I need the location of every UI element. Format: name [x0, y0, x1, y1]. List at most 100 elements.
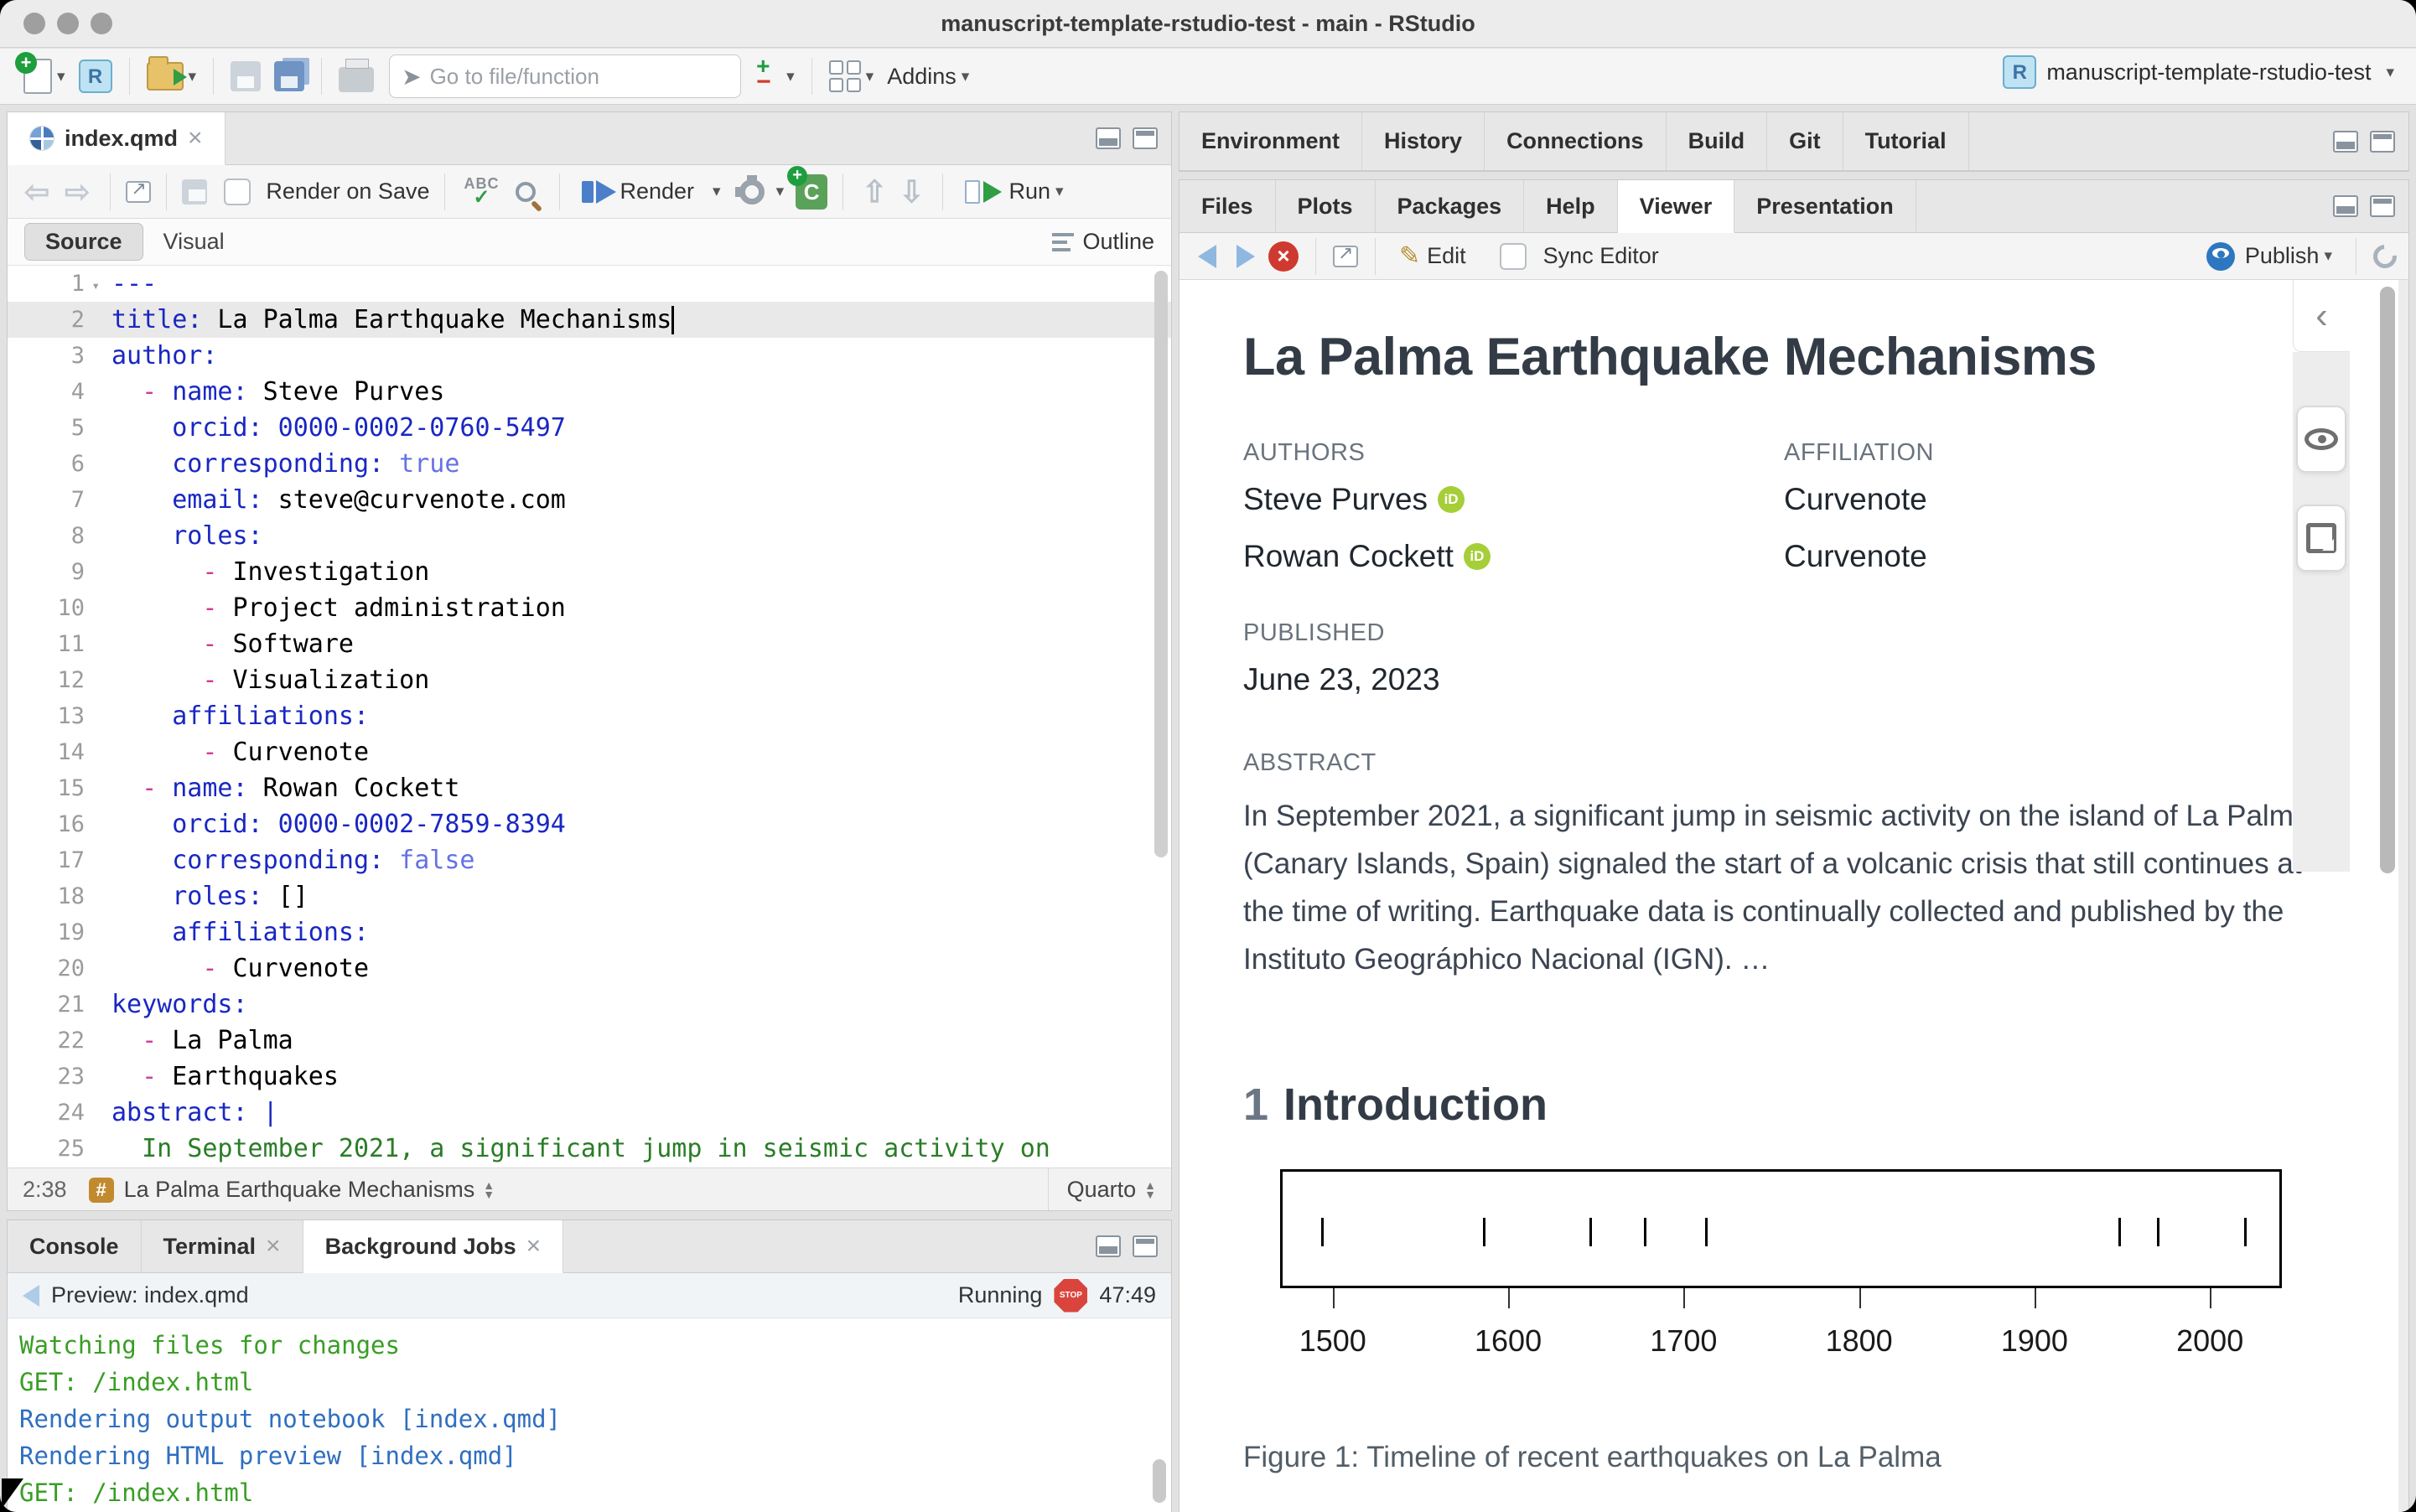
render-button[interactable]: Render▾	[575, 170, 727, 214]
editor-scrollbar[interactable]	[1154, 271, 1168, 857]
refresh-icon[interactable]	[2368, 240, 2401, 272]
project-selector[interactable]: R manuscript-template-rstudio-test ▾	[2003, 55, 2394, 89]
tab-index-qmd[interactable]: index.qmd ×	[8, 112, 226, 165]
zoom-window-icon[interactable]	[91, 13, 112, 34]
titlebar: manuscript-template-rstudio-test - main …	[0, 0, 2416, 48]
code-editor[interactable]: 1▾---2title: La Palma Earthquake Mechani…	[8, 266, 1171, 1168]
open-file-button[interactable]: ▾	[140, 54, 204, 98]
code-line: 17 corresponding: false	[8, 842, 1171, 878]
maximize-pane-icon[interactable]	[2370, 195, 2395, 217]
section-hash-icon: #	[89, 1178, 114, 1203]
tab-files[interactable]: Files	[1179, 180, 1276, 232]
run-icon	[965, 180, 980, 204]
affiliation-label: AFFILIATION	[1784, 439, 2316, 467]
close-tab-icon[interactable]: ×	[188, 124, 203, 153]
minimize-pane-icon[interactable]	[2333, 131, 2358, 153]
render-options-button[interactable]: ▾	[733, 170, 791, 214]
tab-terminal[interactable]: Terminal×	[142, 1220, 303, 1272]
insert-chunk-button[interactable]: +C	[796, 174, 827, 210]
save-doc-icon[interactable]	[182, 179, 207, 205]
close-window-icon[interactable]	[23, 13, 45, 34]
open-in-browser-icon[interactable]	[1333, 246, 1358, 267]
minimize-window-icon[interactable]	[57, 13, 79, 34]
save-button[interactable]	[224, 54, 267, 98]
visual-mode-button[interactable]: Visual	[143, 224, 245, 260]
new-project-button[interactable]: R	[72, 54, 119, 98]
new-project-icon: R	[79, 60, 112, 93]
minimize-pane-icon[interactable]	[2333, 195, 2358, 217]
orcid-icon[interactable]: iD	[1438, 486, 1465, 513]
render-on-save-checkbox[interactable]	[224, 179, 251, 205]
search-icon[interactable]	[516, 182, 536, 202]
tab-plots[interactable]: Plots	[1276, 180, 1376, 232]
tab-connections[interactable]: Connections	[1485, 112, 1667, 170]
section-selector-arrows-icon: ▲▼	[483, 1181, 495, 1199]
note-icon	[2306, 523, 2336, 553]
authors-block: AUTHORS AFFILIATION Steve PurvesiDCurven…	[1243, 439, 2316, 596]
annotation-button[interactable]	[2296, 505, 2346, 572]
outline-button[interactable]: Outline	[1052, 229, 1154, 256]
window-title: manuscript-template-rstudio-test - main …	[941, 11, 1475, 37]
maximize-pane-icon[interactable]	[2370, 131, 2395, 153]
back-icon[interactable]: ⇦	[19, 174, 54, 210]
tab-viewer[interactable]: Viewer	[1618, 180, 1735, 233]
run-previous-icon[interactable]: ⇧	[858, 174, 890, 210]
tab-history[interactable]: History	[1362, 112, 1485, 170]
save-all-button[interactable]	[267, 54, 311, 98]
viewer-pane: FilesPlotsPackagesHelpViewerPresentation…	[1179, 179, 2409, 1512]
maximize-pane-icon[interactable]	[1133, 127, 1158, 149]
orcid-icon[interactable]: iD	[1464, 543, 1491, 570]
job-back-icon[interactable]	[23, 1285, 39, 1307]
tab-help[interactable]: Help	[1524, 180, 1618, 232]
minimize-pane-icon[interactable]	[1096, 127, 1121, 149]
edit-pencil-icon: ✎	[1399, 241, 1420, 271]
sync-editor-label: Sync Editor	[1543, 243, 1659, 269]
axis-tick	[1333, 1288, 1335, 1308]
addins-button[interactable]: Addins▾	[880, 54, 976, 98]
run-button[interactable]: Run▾	[958, 170, 1070, 214]
run-next-icon[interactable]: ⇩	[895, 174, 927, 210]
viewer-back-button[interactable]	[1191, 235, 1223, 278]
popout-icon[interactable]	[126, 181, 151, 203]
publish-button[interactable]: Publish ▾	[2200, 235, 2339, 278]
tab-console[interactable]: Console	[8, 1220, 142, 1272]
panes-layout-button[interactable]: ▾	[822, 54, 881, 98]
forward-icon[interactable]: ⇨	[60, 174, 95, 210]
authors-label: AUTHORS	[1243, 439, 1784, 467]
close-tab-icon[interactable]: ×	[526, 1232, 542, 1261]
console-scrollbar[interactable]	[1153, 1459, 1166, 1503]
maximize-pane-icon[interactable]	[1133, 1235, 1158, 1257]
goto-file-input[interactable]	[430, 64, 729, 90]
source-mode-button[interactable]: Source	[24, 223, 143, 261]
minimize-pane-icon[interactable]	[1096, 1235, 1121, 1257]
sync-editor-checkbox[interactable]	[1500, 243, 1527, 270]
rendered-article: La Palma Earthquake Mechanisms AUTHORS A…	[1179, 280, 2408, 1512]
stop-job-icon[interactable]: STOP	[1054, 1279, 1087, 1313]
viewer-scrollbar[interactable]	[2380, 287, 2395, 873]
code-line: 10 - Project administration	[8, 590, 1171, 626]
tab-packages[interactable]: Packages	[1376, 180, 1525, 232]
edit-button[interactable]: ✎ Edit	[1392, 235, 1473, 278]
tab-presentation[interactable]: Presentation	[1734, 180, 1916, 232]
tab-background-jobs[interactable]: Background Jobs×	[303, 1220, 564, 1273]
close-tab-icon[interactable]: ×	[266, 1232, 281, 1261]
new-file-button[interactable]: +▾	[17, 54, 72, 98]
print-button[interactable]	[332, 54, 381, 98]
author-name: Rowan CockettiD	[1243, 539, 1784, 574]
tab-tutorial[interactable]: Tutorial	[1843, 112, 1969, 170]
tab-build[interactable]: Build	[1667, 112, 1768, 170]
version-control-button[interactable]: +−▾	[749, 54, 801, 98]
clear-viewer-icon[interactable]: ×	[1268, 241, 1299, 272]
viewer-forward-button[interactable]	[1230, 235, 1262, 278]
collapse-panel-button[interactable]: ‹	[2293, 280, 2350, 352]
tab-git[interactable]: Git	[1767, 112, 1843, 170]
source-editor-pane: index.qmd × ⇦ ⇨ Render on Save ABC✓ Ren	[7, 111, 1172, 1211]
viewer-toolbar: × ✎ Edit Sync Editor Publish ▾	[1179, 233, 2408, 280]
section-selector[interactable]: La Palma Earthquake Mechanisms	[124, 1177, 475, 1203]
console-line: GET: /index.html	[19, 1364, 1171, 1401]
console-output[interactable]: Watching files for changesGET: /index.ht…	[8, 1318, 1171, 1511]
visibility-button[interactable]	[2296, 406, 2346, 473]
doc-mode-selector[interactable]: Quarto ▲▼	[1048, 1168, 1156, 1211]
spellcheck-icon[interactable]: ABC✓	[460, 178, 502, 206]
tab-environment[interactable]: Environment	[1179, 112, 1362, 170]
